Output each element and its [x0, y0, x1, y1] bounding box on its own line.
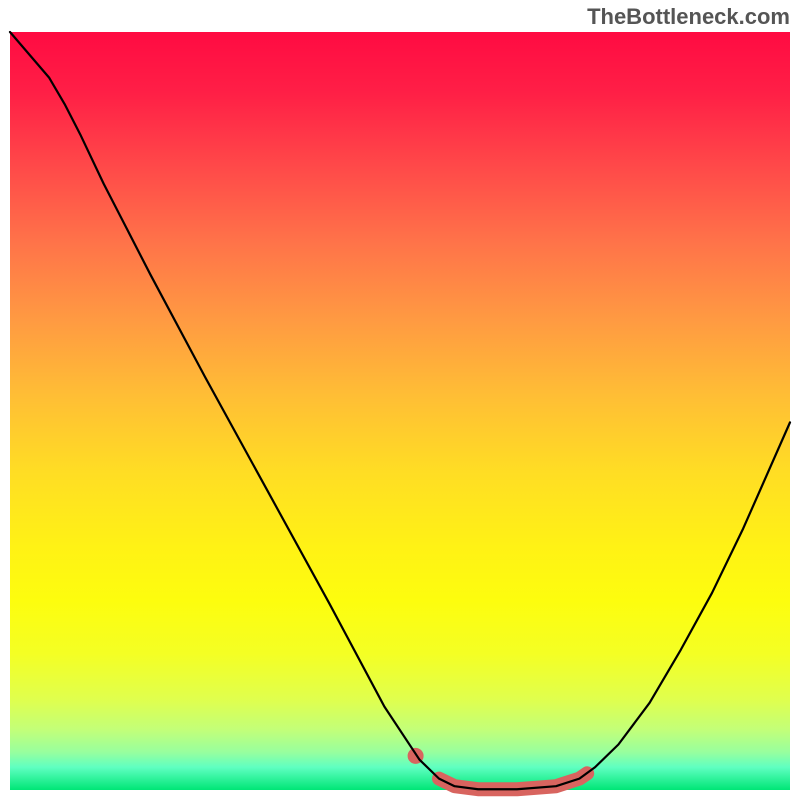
- chart-svg: [0, 0, 800, 800]
- watermark-text: TheBottleneck.com: [587, 4, 790, 30]
- gradient-background: [10, 32, 790, 790]
- chart-container: TheBottleneck.com: [0, 0, 800, 800]
